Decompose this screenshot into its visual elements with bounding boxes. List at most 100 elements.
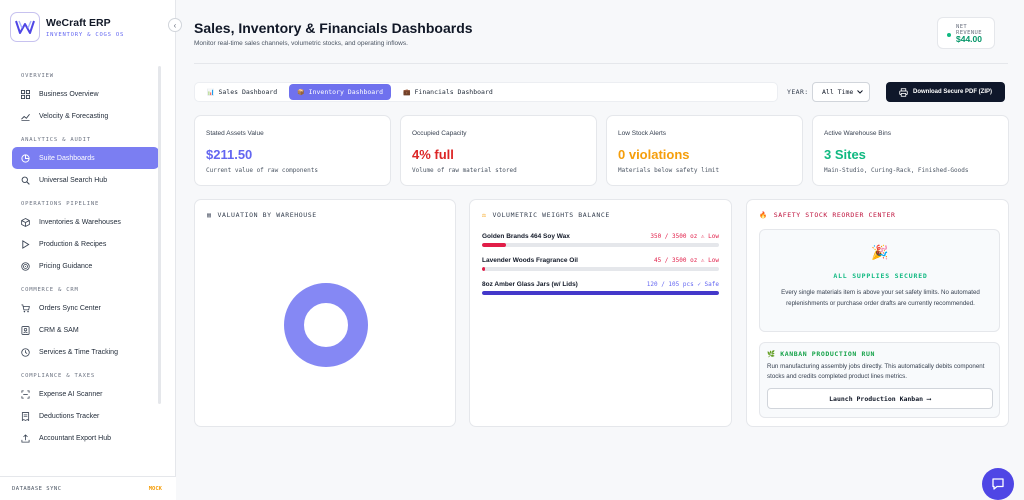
sidebar-scrollbar[interactable] [158,66,161,404]
wecraft-logo-icon [10,12,40,42]
weight-bar [482,267,719,271]
sidebar-item-label: Velocity & Forecasting [39,112,109,120]
sidebar-item-expense-scanner[interactable]: Expense AI Scanner [12,383,159,405]
valuation-title: ▦ VALUATION BY WAREHOUSE [207,211,317,219]
sidebar-item-label: Accountant Export Hub [39,434,111,442]
scale-icon: ⚖ [482,211,487,219]
weight-bar-fill [482,243,506,247]
brand[interactable]: WeCraft ERP INVENTORY & COGS OS [10,12,124,42]
sidebar-item-deductions[interactable]: Deductions Tracker [12,405,159,427]
kpi-card-warehouse-bins: Active Warehouse Bins 3 Sites Main-Studi… [812,115,1009,186]
scanner-icon [21,389,30,399]
supplies-secured-card: 🎉 ALL SUPPLIES SECURED Every single mate… [759,229,1000,332]
receipt-icon [21,411,30,421]
material-status: 45 / 3500 oz ⚠ Low [653,257,719,264]
page-title: Sales, Inventory & Financials Dashboards [194,20,473,36]
tab-financials-dashboard[interactable]: 💼 Financials Dashboard [395,84,501,100]
sidebar-item-production[interactable]: Production & Recipes [12,233,159,255]
weight-bar [482,291,719,295]
trend-icon [21,113,30,121]
target-icon [21,261,30,271]
sidebar-item-velocity-forecasting[interactable]: Velocity & Forecasting [12,105,159,127]
sidebar-item-pricing[interactable]: Pricing Guidance [12,255,159,277]
fire-icon: 🔥 [759,211,768,219]
briefcase-icon: 💼 [403,88,411,96]
page-subtitle: Monitor real-time sales channels, volume… [194,40,408,47]
kpi-card-low-stock-alerts: Low Stock Alerts 0 violations Materials … [606,115,803,186]
sidebar-item-label: Universal Search Hub [39,176,108,184]
export-icon [21,433,30,443]
nav-section-operations: OPERATIONS PIPELINE [21,201,100,207]
db-sync-badge: MOCK [148,485,162,492]
brand-subtitle: INVENTORY & COGS OS [46,31,125,38]
kanban-text: Run manufacturing assembly jobs directly… [767,363,985,380]
cart-icon [21,303,30,312]
sidebar-item-services-time[interactable]: Services & Time Tracking [12,341,159,363]
material-name: Lavender Woods Fragrance Oil [482,257,578,264]
kpi-subtext: Materials below safety limit [618,167,720,174]
table-icon: ▦ [207,211,212,219]
pie-icon [21,153,30,163]
kpi-label: Occupied Capacity [412,130,467,137]
valuation-donut-chart[interactable] [284,283,368,367]
material-name: Golden Brands 464 Soy Wax [482,233,570,240]
kpi-value: $211.50 [206,147,253,162]
sidebar-item-label: CRM & SAM [39,326,79,334]
dashboard-tabs: 📊 Sales Dashboard 📦 Inventory Dashboard … [194,82,778,102]
kanban-heading: 🌿 KANBAN PRODUCTION RUN [767,350,875,358]
nav-section-overview: OVERVIEW [21,73,54,79]
sidebar-item-business-overview[interactable]: Business Overview [12,83,159,105]
reorder-panel: 🔥 SAFETY STOCK REORDER CENTER 🎉 ALL SUPP… [746,199,1009,427]
sidebar-item-crm[interactable]: CRM & SAM [12,319,159,341]
grid-icon [21,89,30,99]
kpi-card-assets-value: Stated Assets Value $211.50 Current valu… [194,115,391,186]
box-icon [21,217,30,227]
sidebar-nav: OVERVIEW Business Overview Velocity & Fo… [0,66,176,470]
tab-inventory-dashboard[interactable]: 📦 Inventory Dashboard [289,84,392,100]
nav-section-commerce: COMMERCE & CRM [21,287,79,293]
party-popper-icon: 🎉 [871,244,889,260]
package-icon: 📦 [297,88,305,96]
printer-icon [899,87,908,97]
weight-bar-fill [482,291,719,295]
material-name: 8oz Amber Glass Jars (w/ Lids) [482,281,578,288]
kpi-value: 3 Sites [824,147,866,162]
secured-text: Every single materials item is above you… [781,289,980,307]
material-status: 350 / 3500 oz ⚠ Low [650,233,719,240]
play-icon [22,239,30,249]
sidebar-item-label: Inventories & Warehouses [39,218,121,226]
sidebar-item-inventories[interactable]: Inventories & Warehouses [12,211,159,233]
kpi-subtext: Main-Studio, Curing-Rack, Finished-Goods [824,167,969,174]
year-select[interactable]: All Time [812,82,870,102]
download-pdf-button[interactable]: Download Secure PDF (ZIP) [886,82,1005,102]
db-sync-label: DATABASE SYNC [12,485,62,492]
volumetric-title: ⚖ VOLUMETRIC WEIGHTS BALANCE [482,211,610,219]
sidebar-item-accountant-export[interactable]: Accountant Export Hub [12,427,159,449]
chat-button[interactable] [982,468,1014,500]
year-select-value: All Time [822,88,854,96]
tab-label: Sales Dashboard [218,88,278,96]
sidebar: WeCraft ERP INVENTORY & COGS OS OVERVIEW… [0,0,176,500]
valuation-title-text: VALUATION BY WAREHOUSE [217,211,317,219]
brand-name: WeCraft ERP [46,16,111,29]
sidebar-item-label: Expense AI Scanner [39,390,103,398]
nav-section-compliance: COMPLIANCE & TAXES [21,373,96,379]
kpi-subtext: Current value of raw components [206,167,318,174]
kpi-card-occupied-capacity: Occupied Capacity 4% full Volume of raw … [400,115,597,186]
sidebar-item-orders-sync[interactable]: Orders Sync Center [12,297,159,319]
bar-chart-icon: 📊 [207,88,215,96]
reorder-title: 🔥 SAFETY STOCK REORDER CENTER [759,211,896,219]
status-dot-icon [947,33,951,37]
volumetric-panel: ⚖ VOLUMETRIC WEIGHTS BALANCE Golden Bran… [469,199,732,427]
sidebar-item-suite-dashboards[interactable]: Suite Dashboards [12,147,159,169]
sidebar-collapse-button[interactable]: ‹ [168,18,182,32]
weight-bar-fill [482,267,486,271]
sidebar-item-universal-search[interactable]: Universal Search Hub [12,169,159,191]
launch-kanban-button[interactable]: Launch Production Kanban ⟶ [767,388,993,409]
sidebar-item-label: Orders Sync Center [39,304,101,312]
valuation-panel: ▦ VALUATION BY WAREHOUSE [194,199,456,427]
net-revenue-card: NET REVENUE $44.00 [937,17,995,49]
tab-sales-dashboard[interactable]: 📊 Sales Dashboard [199,84,285,100]
tab-label: Financials Dashboard [414,88,493,96]
donut-slice[interactable] [284,283,368,367]
